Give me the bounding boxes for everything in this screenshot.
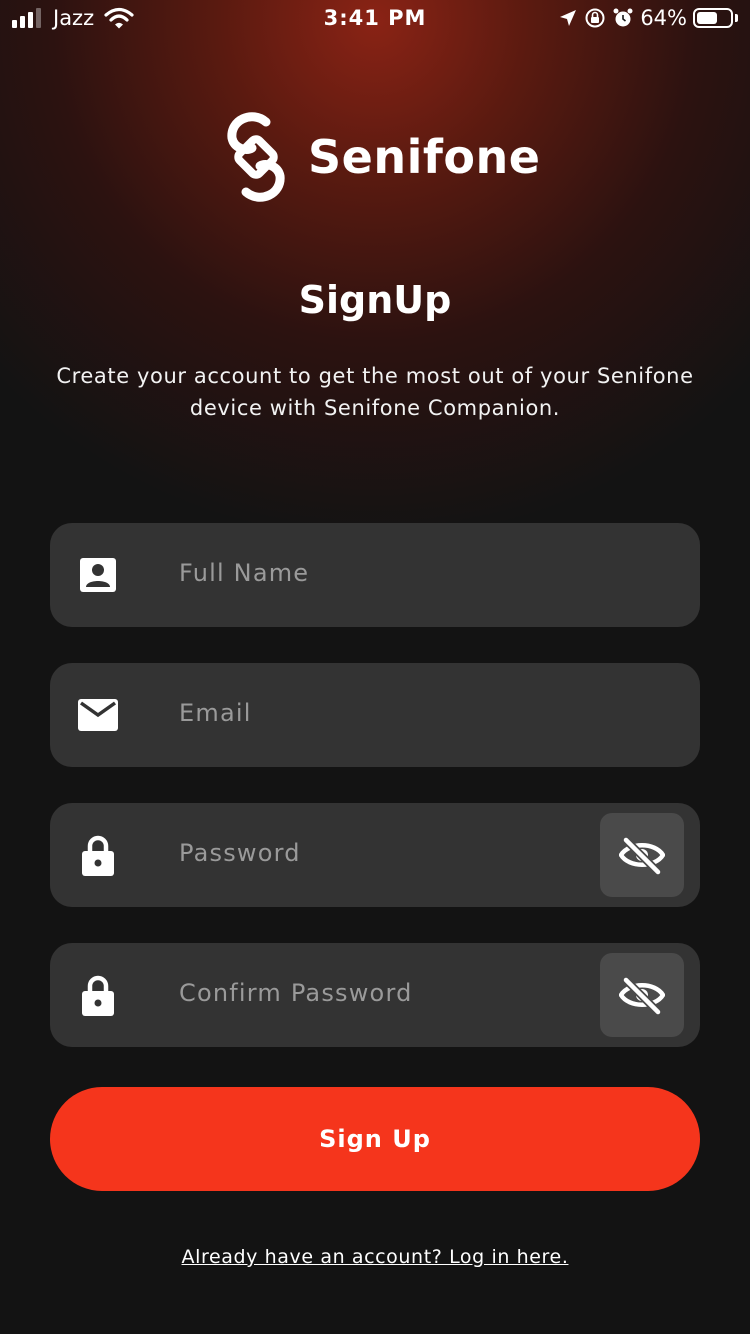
page-subtitle: Create your account to get the most out … (56, 364, 694, 420)
rotation-lock-icon (585, 8, 605, 28)
sign-up-button[interactable]: Sign Up (50, 1087, 700, 1191)
password-field[interactable]: Password (50, 803, 700, 907)
password-visibility-toggle[interactable] (600, 813, 684, 897)
eye-off-icon (619, 977, 665, 1015)
email-placeholder: Email (179, 699, 252, 727)
envelope-icon (78, 695, 118, 735)
alarm-icon (613, 8, 633, 27)
brand-logo: Senifone (222, 112, 540, 202)
battery-icon (693, 8, 738, 28)
status-bar: Jazz 3:41 PM 64% (0, 0, 750, 44)
confirm-password-placeholder: Confirm Password (179, 979, 413, 1007)
login-link[interactable]: Already have an account? Log in here. (0, 1246, 750, 1268)
lock-icon (78, 835, 118, 876)
eye-off-icon (619, 837, 665, 875)
status-right: 64% (558, 6, 738, 30)
senifone-logo-icon (227, 112, 285, 202)
password-placeholder: Password (179, 839, 301, 867)
confirm-password-visibility-toggle[interactable] (600, 953, 684, 1037)
contact-card-icon (78, 555, 118, 595)
lock-icon (78, 975, 118, 1016)
page-title: SignUp (298, 278, 452, 322)
battery-percent: 64% (640, 6, 687, 30)
full-name-placeholder: Full Name (179, 559, 310, 587)
confirm-password-field[interactable]: Confirm Password (50, 943, 700, 1047)
location-arrow-icon (560, 10, 577, 26)
email-field[interactable]: Email (50, 663, 700, 767)
full-name-field[interactable]: Full Name (50, 523, 700, 627)
brand-name: Senifone (308, 130, 541, 184)
